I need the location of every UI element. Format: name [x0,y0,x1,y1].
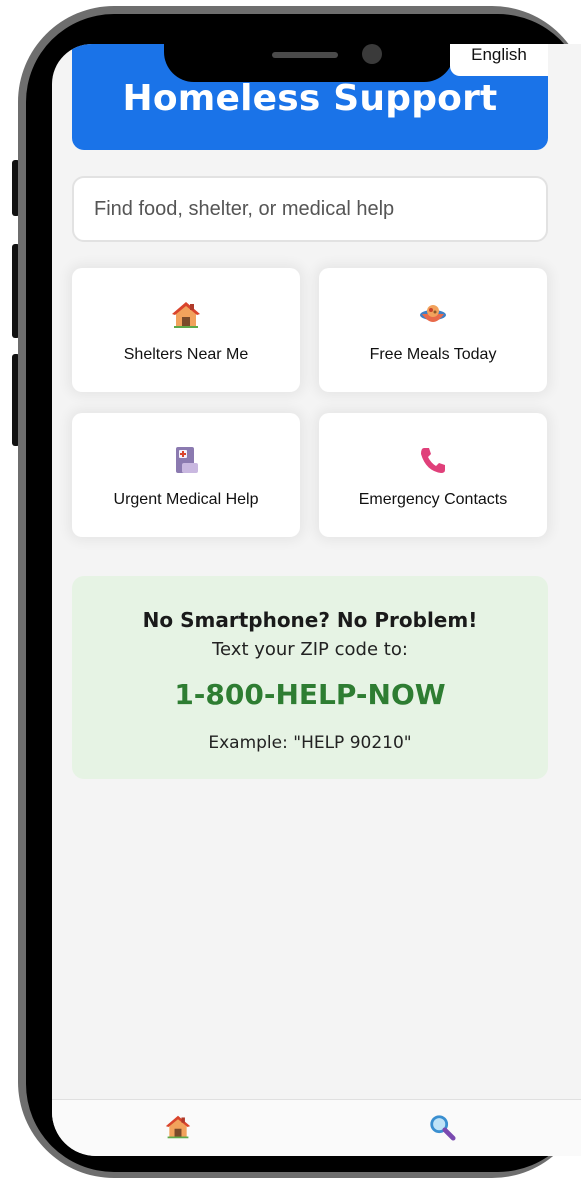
app-title: Homeless Support [122,78,498,119]
speaker-grille [272,52,338,58]
nav-home-button[interactable] [158,1112,198,1146]
house-icon [72,300,300,330]
food-bowl-icon [319,300,547,330]
front-camera [362,44,382,64]
card-label: Urgent Medical Help [113,491,259,508]
search-input[interactable] [72,176,548,242]
card-label: Free Meals Today [369,346,497,363]
free-meals-today-card[interactable]: Free Meals Today [319,268,547,392]
card-label: Shelters Near Me [123,346,249,363]
phone-notch [164,14,454,82]
app-screen: Homeless Support English Shelters Near M… [52,44,581,1156]
urgent-medical-help-card[interactable]: Urgent Medical Help [72,413,300,537]
search-icon [428,1113,456,1145]
house-icon [165,1114,191,1144]
shelters-near-me-card[interactable]: Shelters Near Me [72,268,300,392]
card-label: Emergency Contacts [358,491,508,508]
sms-help-panel: No Smartphone? No Problem! Text your ZIP… [72,576,548,779]
medical-kit-icon [72,445,300,475]
language-selector-button[interactable]: English [450,44,548,76]
emergency-contacts-card[interactable]: Emergency Contacts [319,413,547,537]
sms-help-example: Example: "HELP 90210" [208,733,412,753]
phone-icon [319,445,547,475]
sms-help-number[interactable]: 1-800-HELP-NOW [72,678,548,711]
sms-help-subtitle: Text your ZIP code to: [212,639,408,660]
bottom-nav [52,1099,581,1156]
sms-help-title: No Smartphone? No Problem! [142,608,478,632]
nav-search-button[interactable] [422,1112,462,1146]
